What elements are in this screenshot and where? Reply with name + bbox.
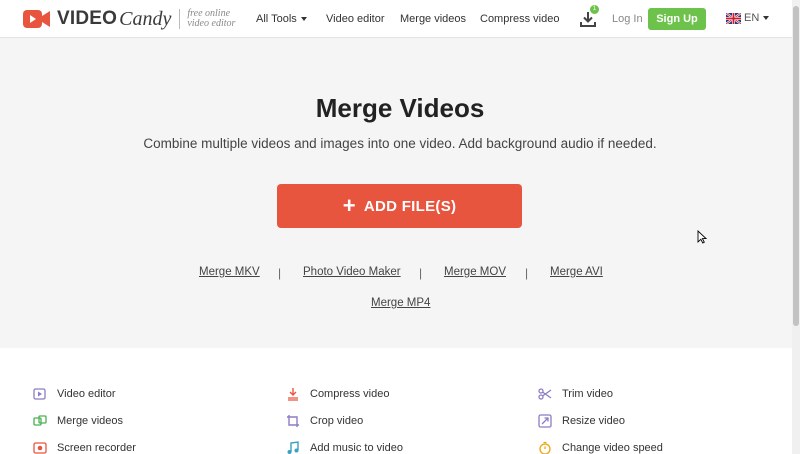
tool-screen-recorder[interactable]: Screen recorder bbox=[33, 441, 136, 454]
login-link[interactable]: Log In bbox=[612, 13, 643, 25]
uk-flag-icon bbox=[726, 12, 741, 24]
tool-crop-video[interactable]: Crop video bbox=[286, 414, 363, 428]
chevron-down-icon bbox=[763, 16, 770, 20]
page-title: Merge Videos bbox=[315, 93, 485, 123]
link-merge-mov[interactable]: Merge MOV bbox=[444, 266, 506, 278]
scissors-icon bbox=[538, 388, 552, 400]
tagline: free online video editor bbox=[187, 9, 235, 29]
logo-candy-text: Candy bbox=[119, 7, 172, 30]
compress-video-icon bbox=[288, 388, 298, 401]
tool-label: Change video speed bbox=[562, 442, 663, 454]
tool-label: Trim video bbox=[562, 388, 613, 400]
tool-label: Add music to video bbox=[310, 442, 403, 454]
add-files-button[interactable]: + ADD FILE(S) bbox=[277, 184, 522, 228]
tool-label: Screen recorder bbox=[57, 442, 136, 454]
link-separator: | bbox=[278, 266, 282, 280]
page-scrollbar[interactable] bbox=[792, 0, 800, 454]
tool-add-music[interactable]: Add music to video bbox=[286, 441, 403, 454]
resize-icon bbox=[538, 414, 552, 428]
header: VIDEO Candy free online video editor All… bbox=[0, 0, 792, 38]
tagline-line2: video editor bbox=[187, 18, 236, 29]
download-count-badge: 1 bbox=[590, 5, 599, 14]
merge-videos-icon bbox=[33, 415, 47, 426]
link-photo-video-maker[interactable]: Photo Video Maker bbox=[303, 266, 401, 278]
link-merge-mp4[interactable]: Merge MP4 bbox=[371, 297, 430, 309]
screen-recorder-icon bbox=[33, 442, 47, 454]
mouse-cursor-icon bbox=[697, 230, 707, 244]
chevron-down-icon bbox=[300, 17, 307, 22]
video-camera-logo-icon bbox=[23, 10, 50, 28]
link-merge-avi[interactable]: Merge AVI bbox=[550, 266, 603, 278]
hero-section: Merge Videos Combine multiple videos and… bbox=[0, 38, 792, 348]
logo-video-text: VIDEO bbox=[57, 8, 118, 29]
nav-all-tools-label: All Tools bbox=[256, 13, 297, 25]
link-separator: | bbox=[419, 266, 423, 280]
language-selector[interactable]: EN bbox=[726, 12, 770, 24]
nav-video-editor[interactable]: Video editor bbox=[326, 13, 385, 25]
stopwatch-icon bbox=[539, 441, 551, 454]
link-merge-mkv[interactable]: Merge MKV bbox=[199, 266, 260, 278]
link-separator: | bbox=[525, 266, 529, 280]
logo-divider bbox=[179, 9, 181, 29]
nav-merge-videos[interactable]: Merge videos bbox=[400, 13, 466, 25]
tool-label: Merge videos bbox=[57, 415, 124, 427]
signup-button[interactable]: Sign Up bbox=[648, 8, 706, 30]
nav-all-tools[interactable]: All Tools bbox=[256, 13, 307, 25]
plus-icon: + bbox=[342, 193, 356, 218]
tool-label: Video editor bbox=[57, 388, 116, 400]
tool-label: Compress video bbox=[310, 388, 390, 400]
crop-icon bbox=[287, 415, 299, 427]
tool-merge-videos[interactable]: Merge videos bbox=[33, 414, 123, 428]
tool-trim-video[interactable]: Trim video bbox=[538, 387, 613, 401]
tool-video-editor[interactable]: Video editor bbox=[33, 387, 116, 401]
video-editor-icon bbox=[33, 388, 46, 400]
nav-compress-video[interactable]: Compress video bbox=[480, 13, 559, 25]
scrollbar-thumb[interactable] bbox=[793, 6, 799, 326]
tool-label: Resize video bbox=[562, 415, 625, 427]
add-files-label: ADD FILE(S) bbox=[363, 197, 457, 215]
logo[interactable]: VIDEO Candy free online video editor bbox=[23, 7, 235, 31]
tool-label: Crop video bbox=[310, 415, 364, 427]
language-label: EN bbox=[744, 12, 760, 24]
page-subtitle: Combine multiple videos and images into … bbox=[143, 136, 657, 151]
tool-compress-video[interactable]: Compress video bbox=[286, 387, 389, 401]
music-note-icon bbox=[287, 441, 299, 454]
tool-change-speed[interactable]: Change video speed bbox=[538, 441, 663, 454]
tool-resize-video[interactable]: Resize video bbox=[538, 414, 625, 428]
